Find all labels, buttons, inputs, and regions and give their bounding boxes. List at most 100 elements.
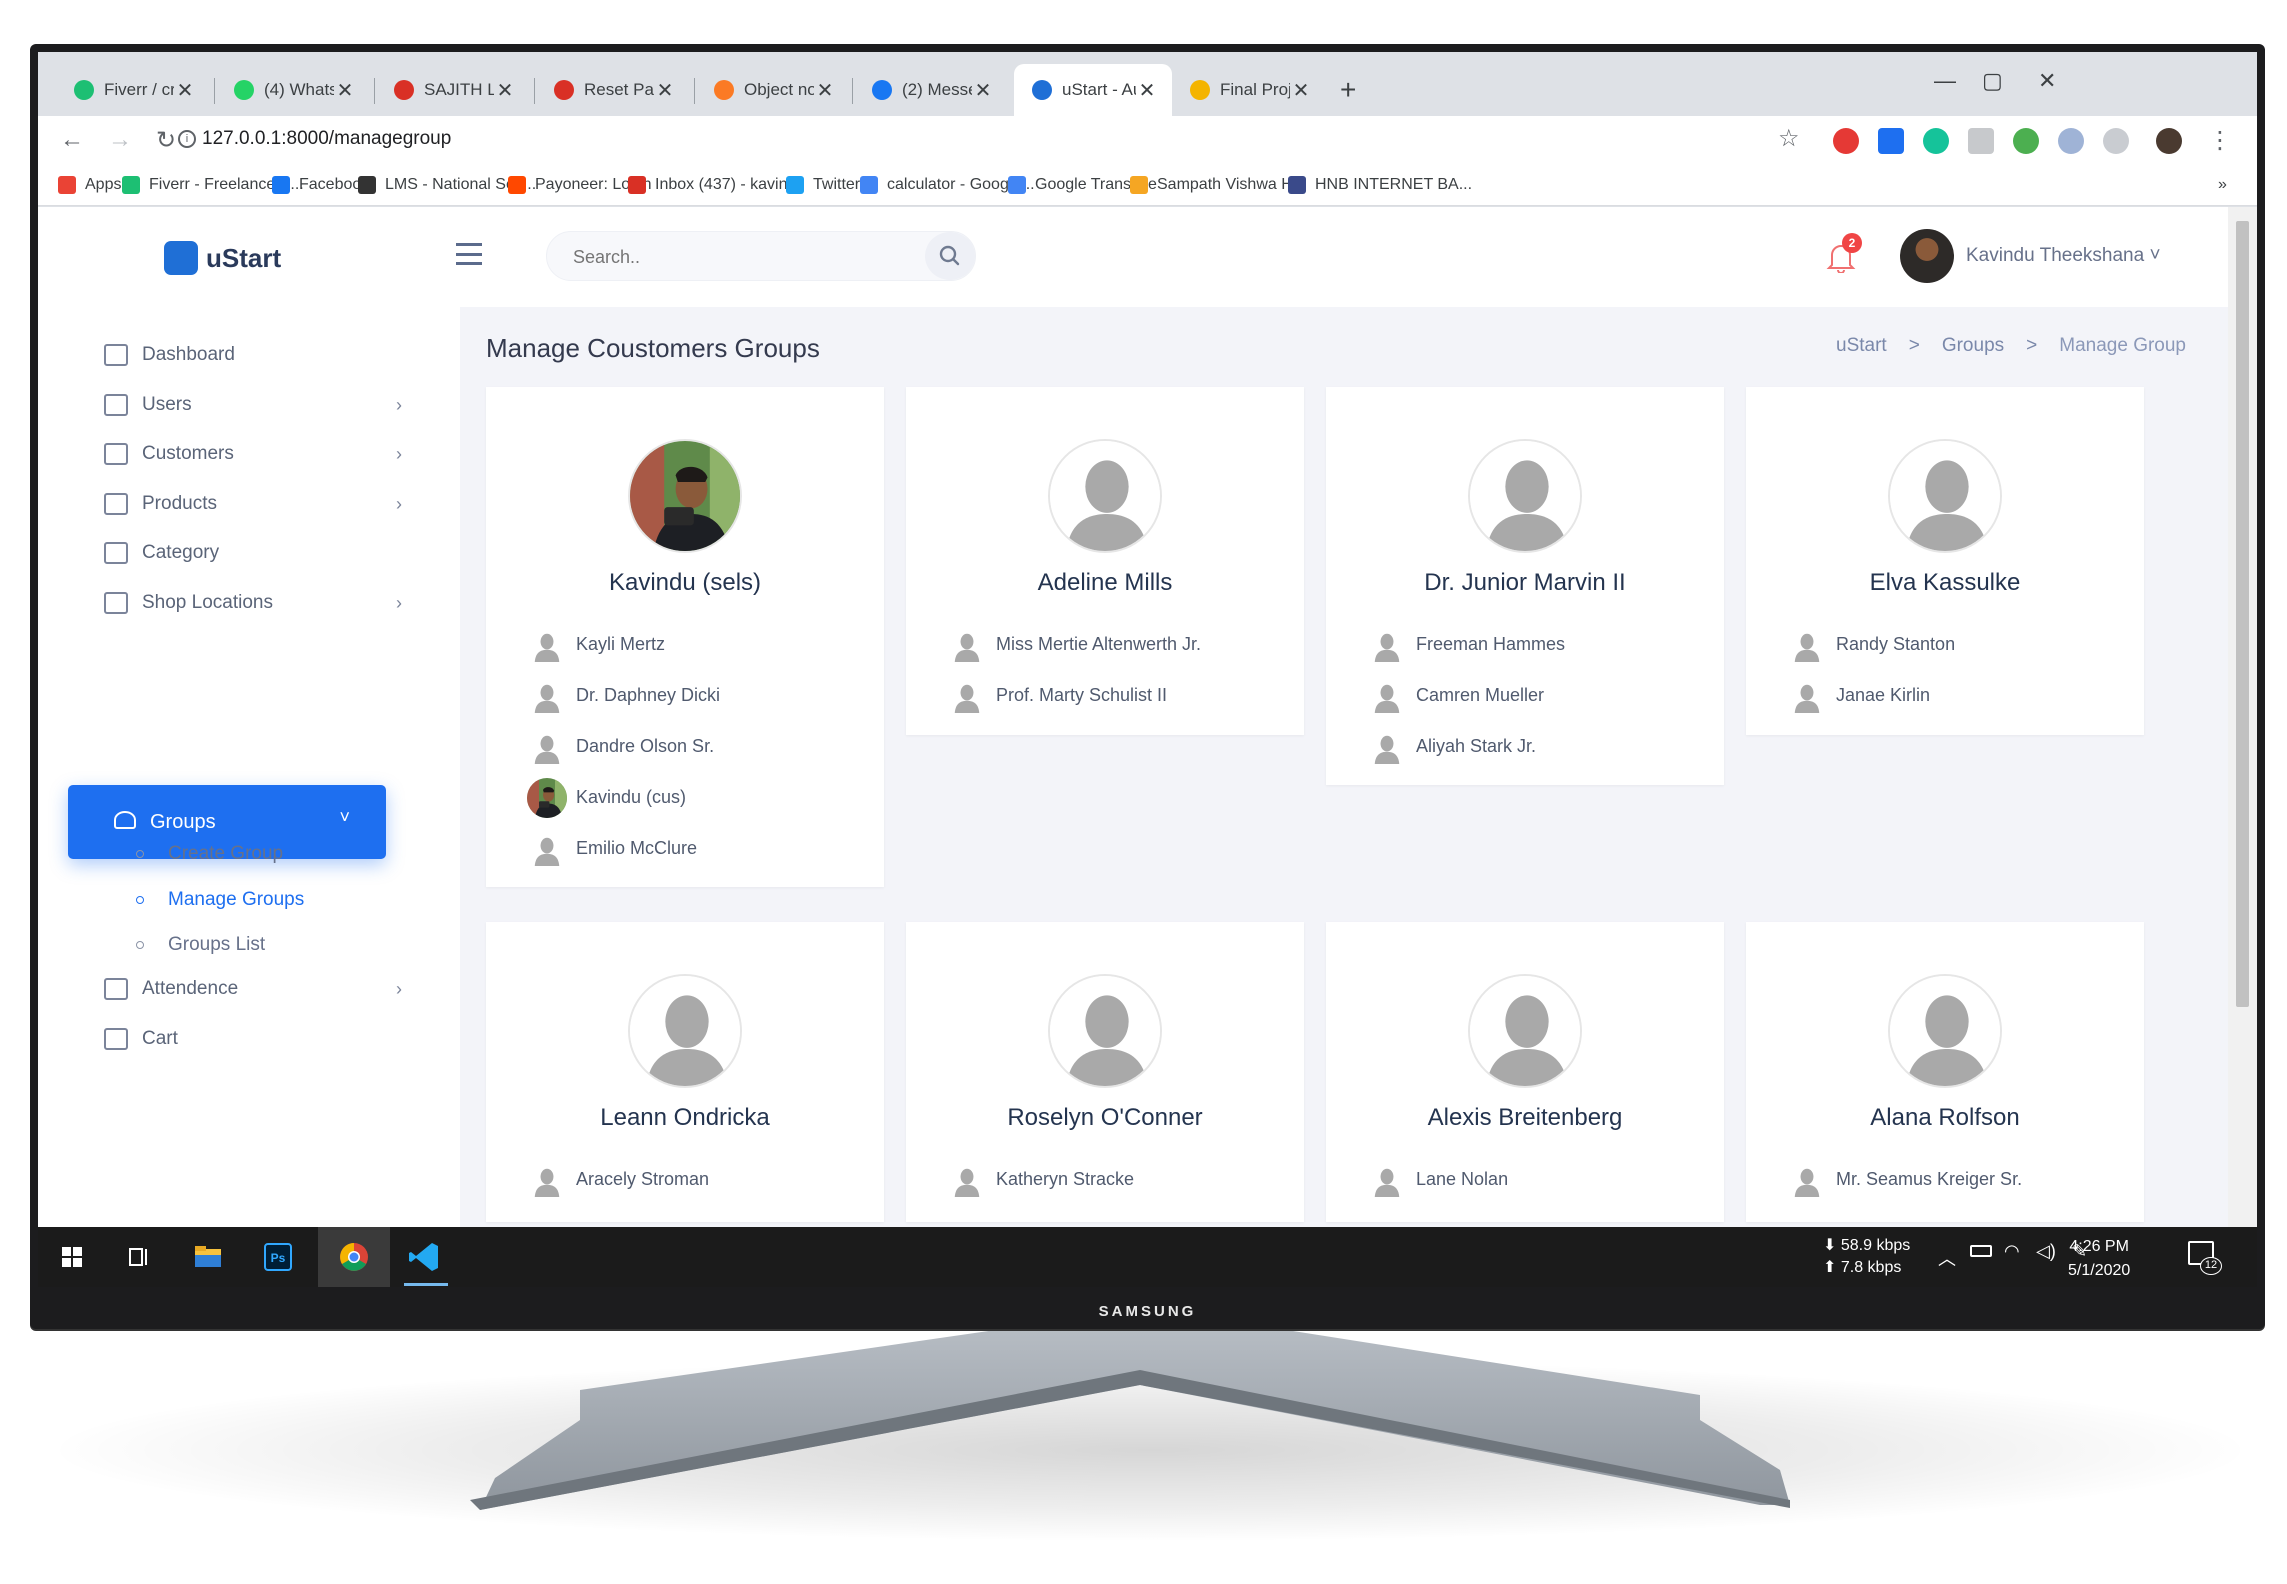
group-card[interactable]: Alana Rolfson Mr. Seamus Kreiger Sr. [1746, 922, 2144, 1222]
user-menu[interactable]: Kavindu Theekshana ˅ [1966, 245, 2161, 267]
photoshop-icon[interactable]: Ps [258, 1237, 298, 1277]
adblock-icon[interactable] [1833, 128, 1859, 154]
bookmark-item[interactable]: Inbox (437) - kavin... [628, 176, 801, 194]
bookmark-icon [58, 176, 76, 194]
extension-icon[interactable] [2013, 128, 2039, 154]
member-item[interactable]: Emilio McClure [530, 823, 720, 874]
group-card[interactable]: Elva Kassulke Randy Stanton Janae Kirlin [1746, 387, 2144, 735]
member-item[interactable]: Kayli Mertz [530, 619, 720, 670]
address-bar[interactable]: 127.0.0.1:8000/managegroup [202, 128, 451, 150]
bookmark-item[interactable]: HNB INTERNET BA... [1288, 176, 1472, 194]
browser-tab[interactable]: Reset Password No✕ [536, 64, 690, 116]
scrollbar[interactable] [2228, 207, 2257, 1227]
member-item[interactable]: Prof. Marty Schulist II [950, 670, 1201, 721]
browser-tab[interactable]: Final Project Repor✕ [1172, 64, 1326, 116]
group-card[interactable]: Dr. Junior Marvin II Freeman Hammes Camren… [1326, 387, 1724, 785]
group-card[interactable]: Leann Ondricka Aracely Stroman [486, 922, 884, 1222]
member-item[interactable]: Randy Stanton [1790, 619, 1955, 670]
bookmark-star-icon[interactable]: ☆ [1778, 124, 1800, 153]
user-avatar[interactable] [1900, 229, 1954, 283]
hamburger-menu-icon[interactable] [456, 243, 482, 265]
member-item[interactable]: Kavindu (cus) [527, 772, 720, 823]
file-explorer-icon[interactable] [188, 1237, 228, 1277]
volume-icon[interactable]: ◁) [2036, 1241, 2056, 1262]
member-item[interactable]: Freeman Hammes [1370, 619, 1565, 670]
browser-tab[interactable]: (2) Messenger | Fa✕ [854, 64, 1008, 116]
member-item[interactable]: Miss Mertie Altenwerth Jr. [950, 619, 1201, 670]
group-card[interactable]: Kavindu (sels) Kayli Mertz Dr. Daphney Dic… [486, 387, 884, 887]
extension-icon[interactable] [2058, 128, 2084, 154]
close-tab-icon[interactable]: ✕ [654, 78, 676, 103]
sidebar-item[interactable]: Products › [104, 484, 402, 524]
member-item[interactable]: Dandre Olson Sr. [530, 721, 720, 772]
menu-dots-icon[interactable]: ⋮ [2208, 126, 2232, 155]
member-item[interactable]: Mr. Seamus Kreiger Sr. [1790, 1154, 2022, 1205]
sidebar-subitem[interactable]: Groups List [136, 934, 265, 956]
member-item[interactable]: Aliyah Stark Jr. [1370, 721, 1565, 772]
sidebar-item[interactable]: Attendence › [104, 969, 402, 1009]
site-info-icon[interactable]: i [178, 130, 196, 148]
search-input[interactable] [573, 244, 893, 270]
sidebar-item[interactable]: Shop Locations › [104, 583, 402, 623]
sidebar-subitem[interactable]: Create Group [136, 843, 283, 865]
browser-tab[interactable]: Object not found!✕ [696, 64, 850, 116]
minimize-icon[interactable]: — [1934, 68, 1956, 94]
extension-icon[interactable] [2103, 128, 2129, 154]
tray-chevron-icon[interactable]: ︿ [1938, 1245, 1956, 1271]
group-card[interactable]: Roselyn O'Conner Katheryn Stracke [906, 922, 1304, 1222]
breadcrumb-item[interactable]: Groups [1942, 335, 2004, 357]
battery-icon[interactable] [1970, 1245, 1992, 1257]
task-view-icon[interactable] [118, 1237, 158, 1277]
chrome-icon[interactable] [334, 1237, 374, 1277]
sidebar-subitem[interactable]: Manage Groups [136, 889, 304, 911]
vscode-icon[interactable] [404, 1237, 444, 1277]
scrollbar-thumb[interactable] [2236, 221, 2249, 1007]
browser-tab[interactable]: (4) WhatsApp✕ [216, 64, 370, 116]
close-tab-icon[interactable]: ✕ [1290, 78, 1312, 103]
bookmarks-more-icon[interactable]: » [2218, 176, 2227, 194]
taskbar-clock[interactable]: 4:26 PM 5/1/2020 [2068, 1235, 2130, 1283]
sidebar-item[interactable]: Cart [104, 1019, 178, 1059]
bookmark-item[interactable]: Facebook [272, 176, 369, 194]
group-card[interactable]: Adeline Mills Miss Mertie Altenwerth Jr. P… [906, 387, 1304, 735]
windows-start-icon[interactable] [52, 1237, 92, 1277]
browser-tab[interactable]: SAJITH LOGO 210✕ [376, 64, 530, 116]
sidebar-item[interactable]: Category [104, 533, 219, 573]
extension-icon[interactable] [1878, 128, 1904, 154]
member-item[interactable]: Katheryn Stracke [950, 1154, 1134, 1205]
member-item[interactable]: Janae Kirlin [1790, 670, 1955, 721]
bookmark-item[interactable]: Apps [58, 176, 121, 194]
browser-tab[interactable]: Fiverr / creatx_grap✕ [56, 64, 210, 116]
member-item[interactable]: Camren Mueller [1370, 670, 1565, 721]
search-button[interactable] [925, 232, 975, 280]
ustart-logo[interactable]: uStart [164, 241, 281, 275]
close-tab-icon[interactable]: ✕ [494, 78, 516, 103]
back-icon[interactable]: ← [60, 126, 84, 154]
bookmark-item[interactable]: Sampath Vishwa H... [1130, 176, 1306, 194]
close-tab-icon[interactable]: ✕ [972, 78, 994, 103]
member-item[interactable]: Lane Nolan [1370, 1154, 1508, 1205]
wifi-icon[interactable]: ◠ [2004, 1241, 2020, 1262]
group-card[interactable]: Alexis Breitenberg Lane Nolan [1326, 922, 1724, 1222]
sidebar-item[interactable]: Dashboard [104, 335, 235, 375]
close-tab-icon[interactable]: ✕ [334, 78, 356, 103]
browser-tab[interactable]: uStart - Automate✕ [1014, 64, 1172, 116]
bookmark-item[interactable]: Twitter [786, 176, 860, 194]
sidebar-item[interactable]: Customers › [104, 434, 402, 474]
forward-icon[interactable]: → [108, 126, 132, 154]
member-name: Mr. Seamus Kreiger Sr. [1836, 1169, 2023, 1189]
member-item[interactable]: Dr. Daphney Dicki [530, 670, 720, 721]
close-tab-icon[interactable]: ✕ [174, 78, 196, 103]
breadcrumb-item[interactable]: uStart [1836, 335, 1887, 357]
close-tab-icon[interactable]: ✕ [1136, 78, 1158, 103]
member-item[interactable]: Aracely Stroman [530, 1154, 709, 1205]
new-tab-button[interactable]: + [1340, 74, 1356, 106]
reload-icon[interactable]: ↻ [156, 126, 176, 155]
close-tab-icon[interactable]: ✕ [814, 78, 836, 103]
extension-icon[interactable] [1968, 128, 1994, 154]
profile-avatar[interactable] [2156, 128, 2182, 154]
sidebar-item[interactable]: Users › [104, 385, 402, 425]
grammarly-icon[interactable] [1923, 128, 1949, 154]
close-window-icon[interactable]: ✕ [2038, 68, 2056, 94]
maximize-icon[interactable]: ▢ [1982, 68, 2003, 94]
